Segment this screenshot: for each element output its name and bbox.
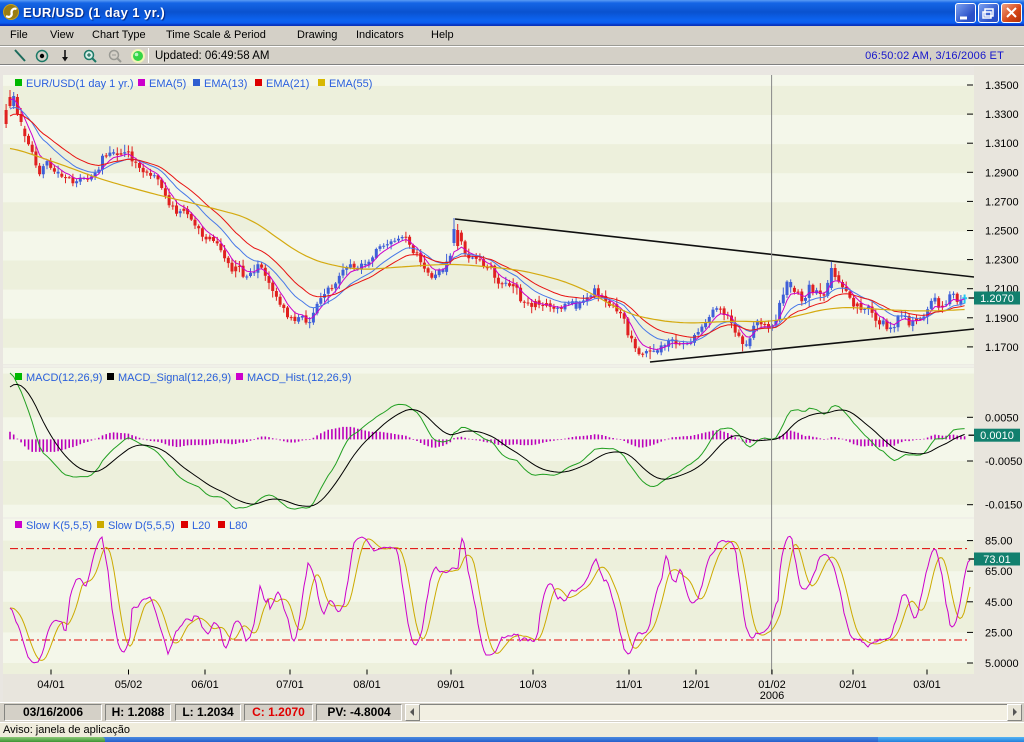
svg-text:L20: L20	[192, 520, 210, 532]
svg-text:1.1700: 1.1700	[985, 342, 1019, 354]
svg-text:1.3300: 1.3300	[985, 109, 1019, 121]
svg-text:06/01: 06/01	[191, 679, 219, 691]
svg-text:65.00: 65.00	[985, 566, 1013, 578]
svg-text:MACD(12,26,9): MACD(12,26,9)	[26, 372, 102, 384]
svg-text:25.00: 25.00	[985, 627, 1013, 639]
svg-text:1.2900: 1.2900	[985, 167, 1019, 179]
svg-text:1.2300: 1.2300	[985, 255, 1019, 267]
svg-text:1.2070: 1.2070	[980, 293, 1014, 305]
svg-text:1.2500: 1.2500	[985, 226, 1019, 238]
svg-text:0.0050: 0.0050	[985, 412, 1019, 424]
svg-text:08/01: 08/01	[353, 679, 381, 691]
svg-text:73.01: 73.01	[983, 554, 1011, 566]
svg-text:05/02: 05/02	[115, 679, 143, 691]
svg-text:EMA(55): EMA(55)	[329, 78, 372, 90]
svg-text:03/01: 03/01	[913, 679, 941, 691]
svg-text:EMA(21): EMA(21)	[266, 78, 309, 90]
svg-text:85.00: 85.00	[985, 536, 1013, 548]
svg-text:EMA(5): EMA(5)	[149, 78, 186, 90]
svg-text:L80: L80	[229, 520, 247, 532]
svg-text:MACD_Hist.(12,26,9): MACD_Hist.(12,26,9)	[247, 372, 352, 384]
svg-text:10/03: 10/03	[519, 679, 547, 691]
svg-text:11/01: 11/01	[616, 679, 643, 691]
svg-text:04/01: 04/01	[37, 679, 65, 691]
svg-text:1.1900: 1.1900	[985, 313, 1019, 325]
svg-text:Slow K(5,5,5): Slow K(5,5,5)	[26, 520, 92, 532]
svg-text:02/01: 02/01	[839, 679, 867, 691]
svg-text:09/01: 09/01	[437, 679, 465, 691]
svg-text:1.3100: 1.3100	[985, 138, 1019, 150]
svg-text:0.0010: 0.0010	[980, 430, 1014, 442]
svg-text:Slow D(5,5,5): Slow D(5,5,5)	[108, 520, 175, 532]
svg-text:MACD_Signal(12,26,9): MACD_Signal(12,26,9)	[118, 372, 231, 384]
svg-text:EUR/USD(1 day 1 yr.): EUR/USD(1 day 1 yr.)	[26, 78, 134, 90]
svg-text:5.0000: 5.0000	[985, 658, 1019, 670]
svg-text:45.00: 45.00	[985, 597, 1013, 609]
svg-text:-0.0050: -0.0050	[985, 456, 1022, 468]
svg-text:07/01: 07/01	[276, 679, 304, 691]
svg-text:-0.0150: -0.0150	[985, 500, 1022, 512]
svg-text:1.3500: 1.3500	[985, 80, 1019, 92]
svg-text:1.2700: 1.2700	[985, 196, 1019, 208]
svg-text:12/01: 12/01	[682, 679, 710, 691]
svg-text:2006: 2006	[760, 690, 784, 702]
svg-text:EMA(13): EMA(13)	[204, 78, 247, 90]
